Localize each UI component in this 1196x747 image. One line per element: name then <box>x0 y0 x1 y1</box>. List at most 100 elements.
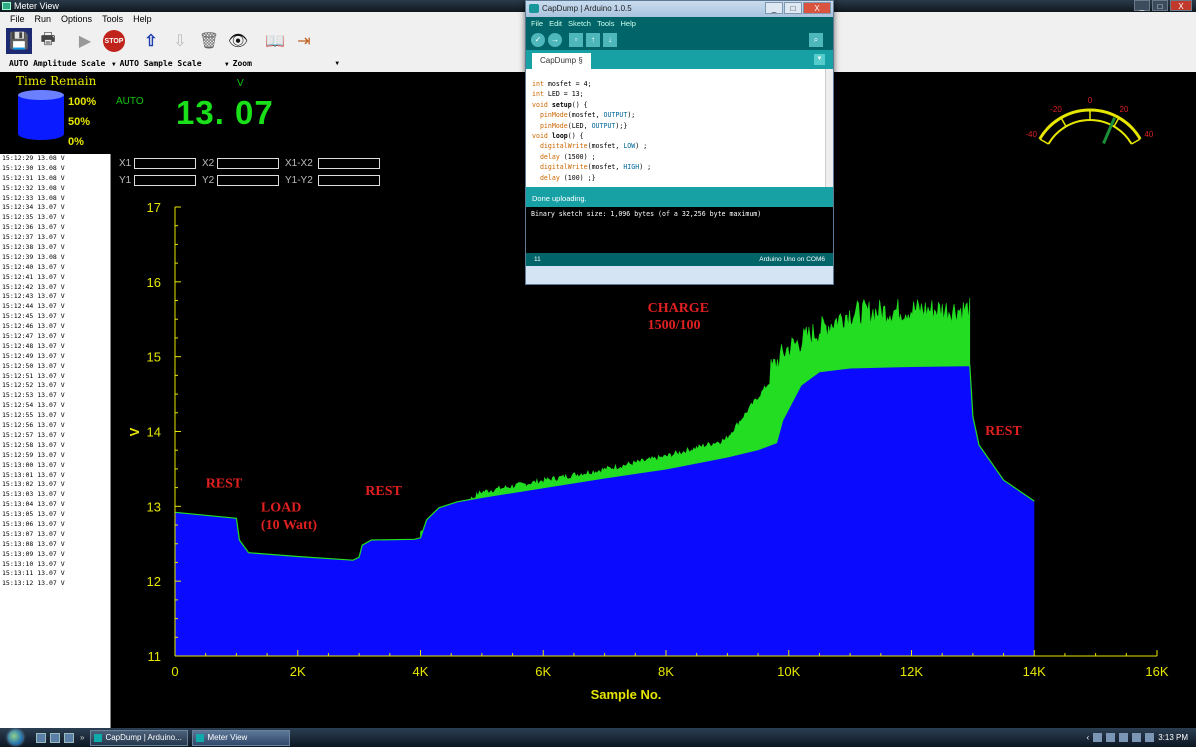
log-row: 15:12:48 13.07 V <box>2 341 65 350</box>
log-row: 15:12:52 13.07 V <box>2 381 65 390</box>
menu-options[interactable]: Options <box>57 14 96 24</box>
cursor-x1x2-field <box>318 158 380 169</box>
code-line: int LED = 13; <box>532 90 584 99</box>
arduino-maximize-button[interactable]: □ <box>784 2 802 14</box>
cursor-x1-label: X1 <box>119 158 132 169</box>
start-button[interactable] <box>0 728 28 747</box>
x-tick-label: 2K <box>290 664 306 679</box>
cursor-y1-label: Y1 <box>119 175 132 186</box>
verify-icon[interactable]: ✓ <box>531 33 545 47</box>
arduino-close-button[interactable]: X <box>803 2 831 14</box>
dropdown-arrow-icon: ▼ <box>335 60 339 67</box>
menu-run[interactable]: Run <box>31 14 56 24</box>
run-icon[interactable]: ▶ <box>72 28 98 54</box>
cursor-x2-field <box>217 158 279 169</box>
analog-gauge: -40 -20 0 20 40 <box>1025 96 1154 145</box>
upload-icon[interactable]: → <box>548 33 562 47</box>
serial-monitor-icon[interactable]: ⌕ <box>809 33 823 47</box>
close-button[interactable]: X <box>1170 0 1192 11</box>
chart-annotation: REST <box>206 477 243 492</box>
arrow-up-icon[interactable]: ⇧ <box>138 28 164 54</box>
trash-icon[interactable]: 🗑 <box>196 28 222 54</box>
tray-icon[interactable] <box>1119 733 1129 742</box>
sample-scale-select[interactable]: ▼ AUTO Sample Scale <box>112 59 202 68</box>
log-row: 15:12:33 13.08 V <box>2 193 65 202</box>
log-row: 15:13:04 13.07 V <box>2 500 65 509</box>
book-icon[interactable]: 📖 <box>262 28 288 54</box>
clock[interactable]: 3:13 PM <box>1158 733 1188 742</box>
log-row: 15:13:00 13.07 V <box>2 460 65 469</box>
arduino-window-controls: _ □ X <box>765 2 831 14</box>
binoculars-icon[interactable]: 👁 <box>225 28 251 54</box>
arduino-menu-sketch[interactable]: Sketch <box>568 17 591 30</box>
chart-annotation: REST <box>365 484 402 499</box>
dropdown-arrow-icon: ▼ <box>225 61 229 68</box>
system-tray: ‹ 3:13 PM <box>1087 728 1196 747</box>
dropdown-arrow-icon: ▼ <box>112 61 116 68</box>
tab-capdump[interactable]: CapDump § <box>532 53 591 69</box>
zoom-select[interactable]: ▼ Zoom ▼ <box>225 59 345 68</box>
log-row: 15:12:44 13.07 V <box>2 302 65 311</box>
tray-icon[interactable] <box>1106 733 1116 742</box>
cursor-x2-label: X2 <box>202 158 215 169</box>
battery-level-50: 50% <box>68 116 91 128</box>
log-row: 15:13:12 13.07 V <box>2 579 65 588</box>
code-line: pinMode(LED, OUTPUT);} <box>539 121 628 130</box>
log-row: 15:13:11 13.07 V <box>2 569 65 578</box>
menu-tools[interactable]: Tools <box>98 14 127 24</box>
window-title: Meter View <box>14 1 59 11</box>
cursor-x1-field <box>134 158 196 169</box>
print-icon[interactable]: 🖶 <box>35 28 61 54</box>
log-row: 15:12:43 13.07 V <box>2 292 65 301</box>
x-tick-label: 16K <box>1145 664 1168 679</box>
arduino-minimize-button[interactable]: _ <box>765 2 783 14</box>
gauge-tick-label: 20 <box>1120 105 1129 114</box>
code-scrollbar[interactable] <box>825 69 833 187</box>
log-row: 15:12:32 13.08 V <box>2 183 65 192</box>
code-editor[interactable]: int mosfet = 4; int LED = 13; void setup()… <box>526 69 833 187</box>
battery-level-0: 0% <box>68 136 84 148</box>
new-file-icon[interactable]: ▫ <box>569 33 583 47</box>
arduino-menu-edit[interactable]: Edit <box>549 17 562 30</box>
taskbar-item-meter-view[interactable]: Meter View <box>192 729 291 746</box>
stop-button[interactable]: STOP <box>101 28 127 54</box>
x-tick-label: 10K <box>777 664 800 679</box>
save-icon[interactable]: 💾 <box>6 28 32 54</box>
code-line: delay (1500) ; <box>539 152 596 161</box>
maximize-button[interactable]: □ <box>1152 0 1168 11</box>
quick-launch <box>36 732 74 743</box>
save-file-icon[interactable]: ↓ <box>603 33 617 47</box>
arduino-menu-bar: File Edit Sketch Tools Help <box>526 17 833 30</box>
amplitude-scale-select[interactable]: AUTO Amplitude Scale <box>9 59 105 68</box>
quick-launch-more-icon[interactable]: » <box>80 733 84 742</box>
log-row: 15:12:54 13.07 V <box>2 401 65 410</box>
log-row: 15:13:08 13.07 V <box>2 539 65 548</box>
menu-file[interactable]: File <box>6 14 29 24</box>
arduino-menu-file[interactable]: File <box>531 17 543 30</box>
time-remain-label: Time Remain <box>16 74 97 88</box>
open-file-icon[interactable]: ↑ <box>586 33 600 47</box>
x-tick-label: 0 <box>171 664 178 679</box>
gauge-tick-label: -40 <box>1025 130 1037 139</box>
network-icon[interactable] <box>1132 733 1142 742</box>
minimize-button[interactable]: _ <box>1134 0 1150 11</box>
explorer-icon[interactable] <box>64 732 74 743</box>
exit-icon[interactable]: ⇥ <box>291 28 317 54</box>
tab-menu-icon[interactable]: ▼ <box>814 54 825 65</box>
show-desktop-icon[interactable] <box>36 732 46 743</box>
upload-status: Done uploading. <box>526 187 833 207</box>
menu-help[interactable]: Help <box>129 14 156 24</box>
log-row: 15:12:50 13.07 V <box>2 361 65 370</box>
ie-icon[interactable] <box>50 732 60 743</box>
volume-icon[interactable] <box>1145 733 1155 742</box>
tray-expand-icon[interactable]: ‹ <box>1087 733 1090 742</box>
arduino-menu-help[interactable]: Help <box>620 17 635 30</box>
tray-icon[interactable] <box>1093 733 1103 742</box>
taskbar-item-arduino[interactable]: CapDump | Arduino... <box>90 729 189 746</box>
log-row: 15:13:10 13.07 V <box>2 559 65 568</box>
log-list[interactable]: 15:12:29 13.08 V 15:12:30 13.08 V 15:12:31… <box>0 154 111 728</box>
arduino-app-icon <box>529 4 539 13</box>
arrow-down-icon[interactable]: ⇩ <box>167 28 193 54</box>
arduino-menu-tools[interactable]: Tools <box>597 17 615 30</box>
code-line: void loop() { <box>532 132 584 141</box>
